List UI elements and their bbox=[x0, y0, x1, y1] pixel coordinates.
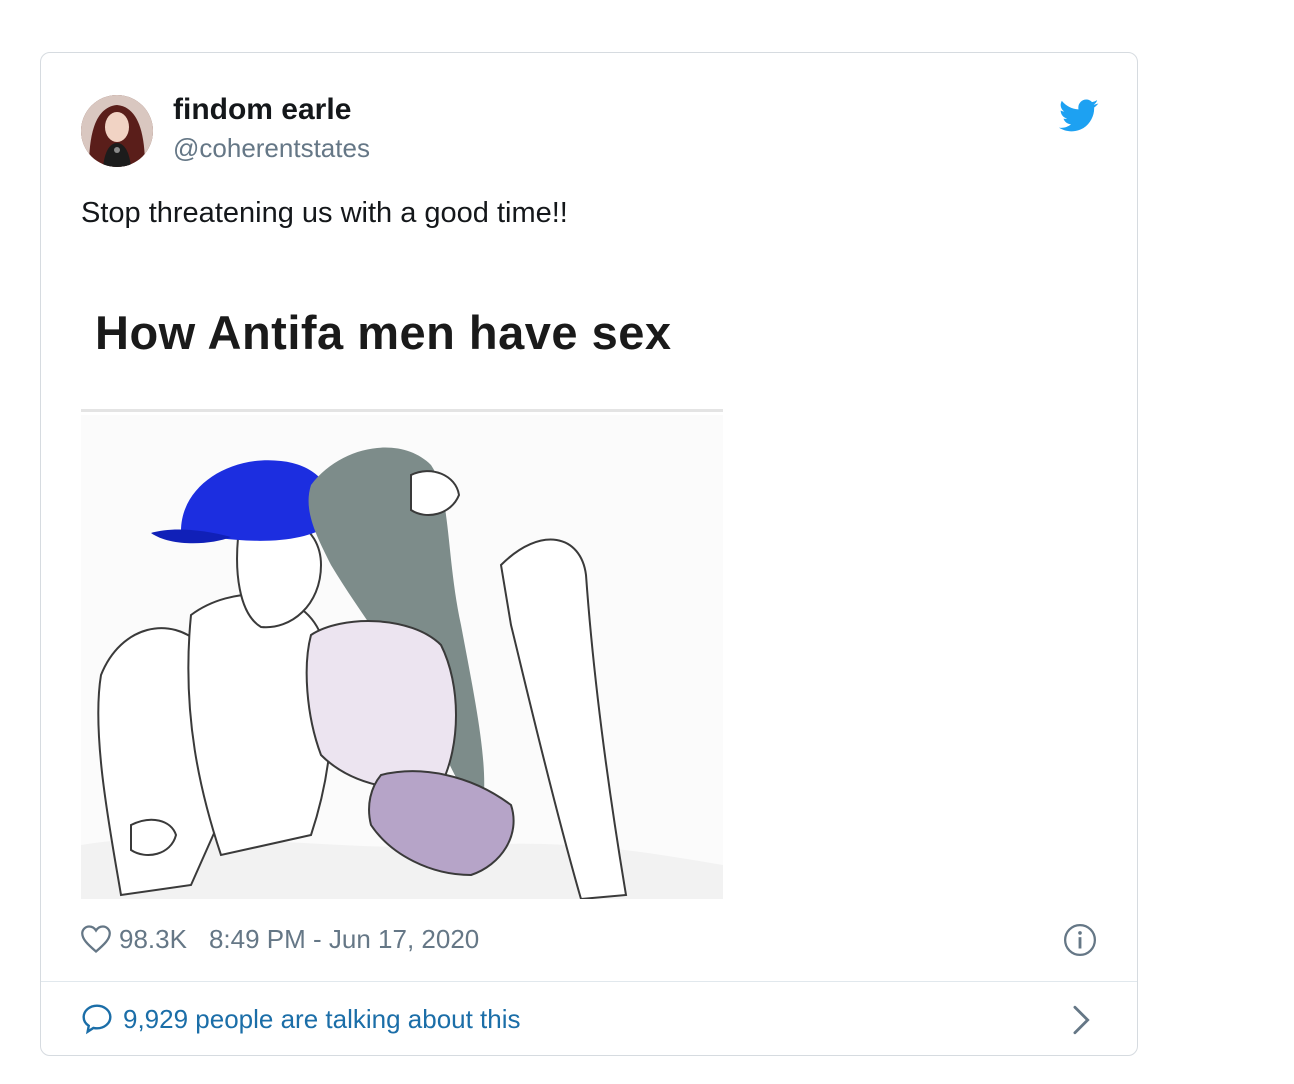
tweet-meta-row: 98.3K 8:49 PM - Jun 17, 2020 bbox=[81, 919, 479, 959]
tweet-embed-card: findom earle @coherentstates Stop threat… bbox=[40, 52, 1138, 1056]
conversation-link[interactable]: 9,929 people are talking about this bbox=[81, 999, 521, 1039]
meme-divider bbox=[81, 409, 723, 412]
speech-bubble-icon bbox=[82, 1004, 112, 1035]
meme-caption: How Antifa men have sex bbox=[95, 306, 672, 359]
tweet-timestamp[interactable]: 8:49 PM - Jun 17, 2020 bbox=[209, 924, 479, 955]
twitter-bird-icon[interactable] bbox=[1059, 99, 1099, 133]
tweet-media-image[interactable]: How Antifa men have sex bbox=[81, 259, 723, 899]
user-handle[interactable]: @coherentstates bbox=[173, 133, 370, 164]
info-icon[interactable] bbox=[1063, 923, 1097, 957]
meme-illustration bbox=[81, 415, 723, 899]
conversation-count[interactable]: 9,929 people are talking about this bbox=[123, 1004, 521, 1035]
card-divider bbox=[41, 981, 1137, 982]
like-count[interactable]: 98.3K bbox=[119, 924, 187, 955]
display-name[interactable]: findom earle bbox=[173, 93, 351, 127]
chevron-right-icon[interactable] bbox=[1067, 1003, 1097, 1037]
avatar[interactable] bbox=[81, 95, 153, 167]
heart-icon[interactable] bbox=[81, 925, 111, 953]
tweet-text: Stop threatening us with a good time!! bbox=[81, 197, 568, 229]
